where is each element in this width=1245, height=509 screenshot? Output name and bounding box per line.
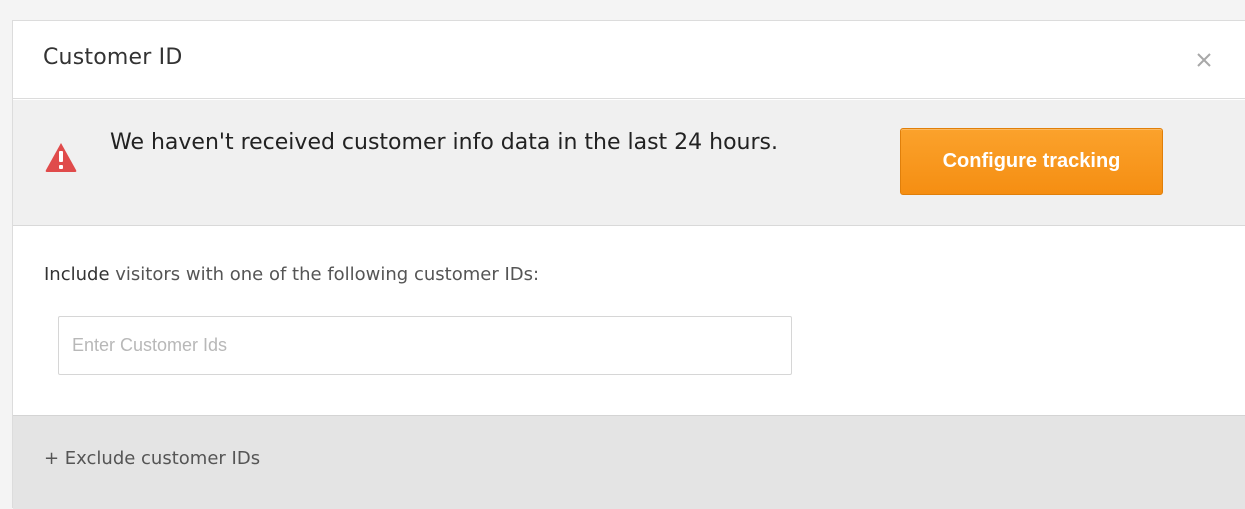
exclude-customer-ids-link[interactable]: + Exclude customer IDs xyxy=(44,448,260,469)
close-icon[interactable] xyxy=(1191,47,1217,73)
include-keyword: Include xyxy=(44,264,110,285)
alert-message: We haven't received customer info data i… xyxy=(110,130,778,155)
configure-tracking-button[interactable]: Configure tracking xyxy=(900,128,1163,195)
include-description: visitors with one of the following custo… xyxy=(109,264,540,285)
dialog-title: Customer ID xyxy=(43,45,183,70)
dialog-header: Customer ID xyxy=(13,21,1245,99)
customer-ids-input[interactable] xyxy=(58,316,792,375)
exclude-section: + Exclude customer IDs xyxy=(13,415,1245,509)
include-label: Include visitors with one of the followi… xyxy=(44,264,539,285)
warning-alert: We haven't received customer info data i… xyxy=(13,100,1245,226)
warning-triangle-icon xyxy=(44,141,78,173)
customer-id-dialog: Customer ID We haven't received customer… xyxy=(12,20,1245,509)
